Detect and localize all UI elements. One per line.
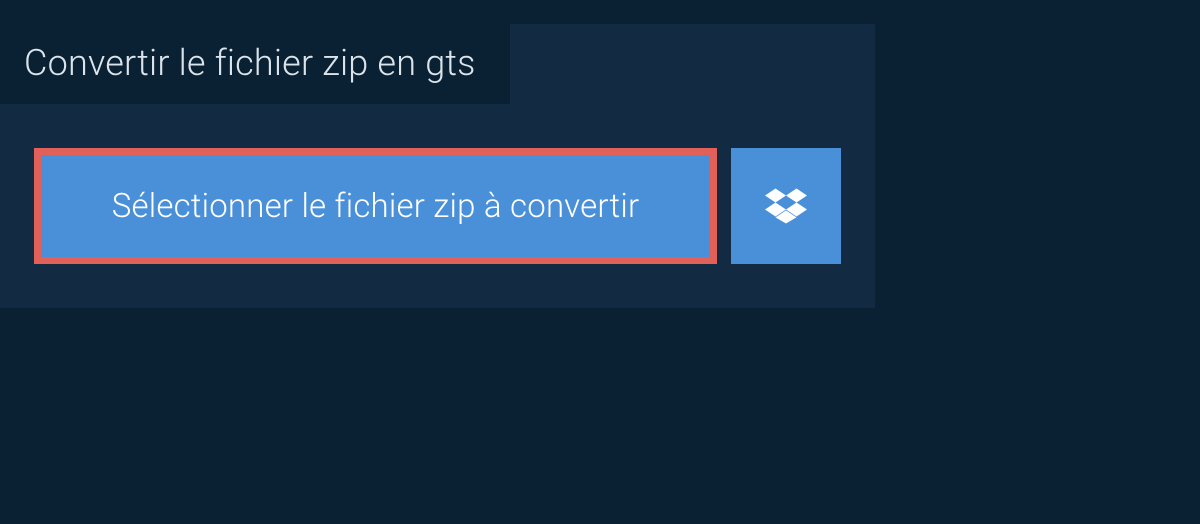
dropbox-button[interactable] bbox=[731, 148, 841, 264]
dropbox-icon bbox=[765, 185, 807, 227]
page-title: Convertir le fichier zip en gts bbox=[0, 24, 510, 104]
select-file-button[interactable]: Sélectionner le fichier zip à convertir bbox=[34, 148, 717, 264]
converter-panel: Convertir le fichier zip en gts Sélectio… bbox=[0, 24, 875, 308]
upload-area: Sélectionner le fichier zip à convertir bbox=[0, 104, 875, 308]
select-file-label: Sélectionner le fichier zip à convertir bbox=[112, 187, 640, 226]
